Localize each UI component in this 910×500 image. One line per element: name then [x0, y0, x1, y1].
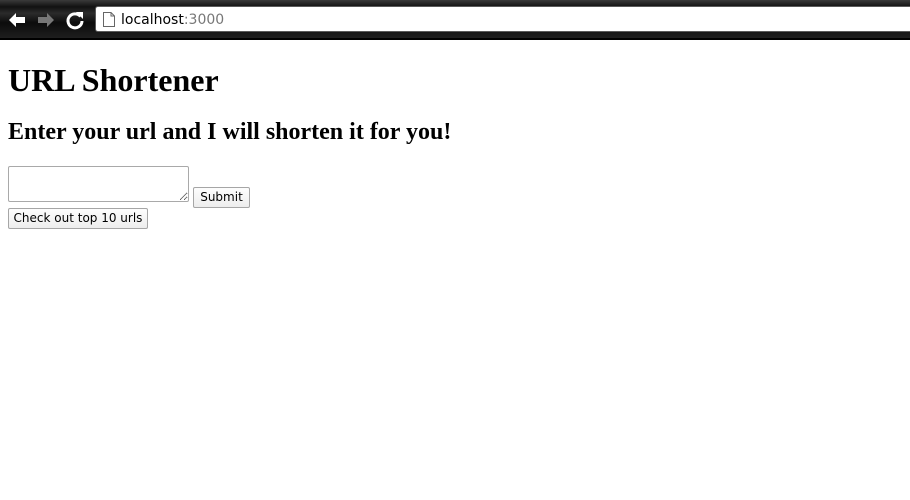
browser-toolbar: localhost:3000	[0, 0, 910, 40]
submit-button[interactable]: Submit	[193, 187, 250, 208]
top-urls-button[interactable]: Check out top 10 urls	[8, 208, 148, 229]
url-text: localhost:3000	[121, 12, 224, 28]
address-bar[interactable]: localhost:3000	[95, 6, 910, 32]
shorten-form: Submit	[8, 166, 902, 208]
url-port: :3000	[183, 12, 225, 28]
page-content: URL Shortener Enter your url and I will …	[8, 40, 902, 229]
back-arrow-icon	[9, 13, 25, 27]
forward-button[interactable]	[35, 9, 57, 31]
back-button[interactable]	[6, 9, 28, 31]
url-input[interactable]	[8, 166, 189, 202]
page-icon	[103, 12, 115, 27]
reload-icon	[66, 12, 84, 30]
page-title: URL Shortener	[8, 62, 219, 98]
page-subtitle: Enter your url and I will shorten it for…	[8, 119, 452, 145]
forward-arrow-icon	[38, 13, 54, 27]
reload-button[interactable]	[64, 9, 86, 31]
url-host: localhost	[121, 12, 184, 28]
